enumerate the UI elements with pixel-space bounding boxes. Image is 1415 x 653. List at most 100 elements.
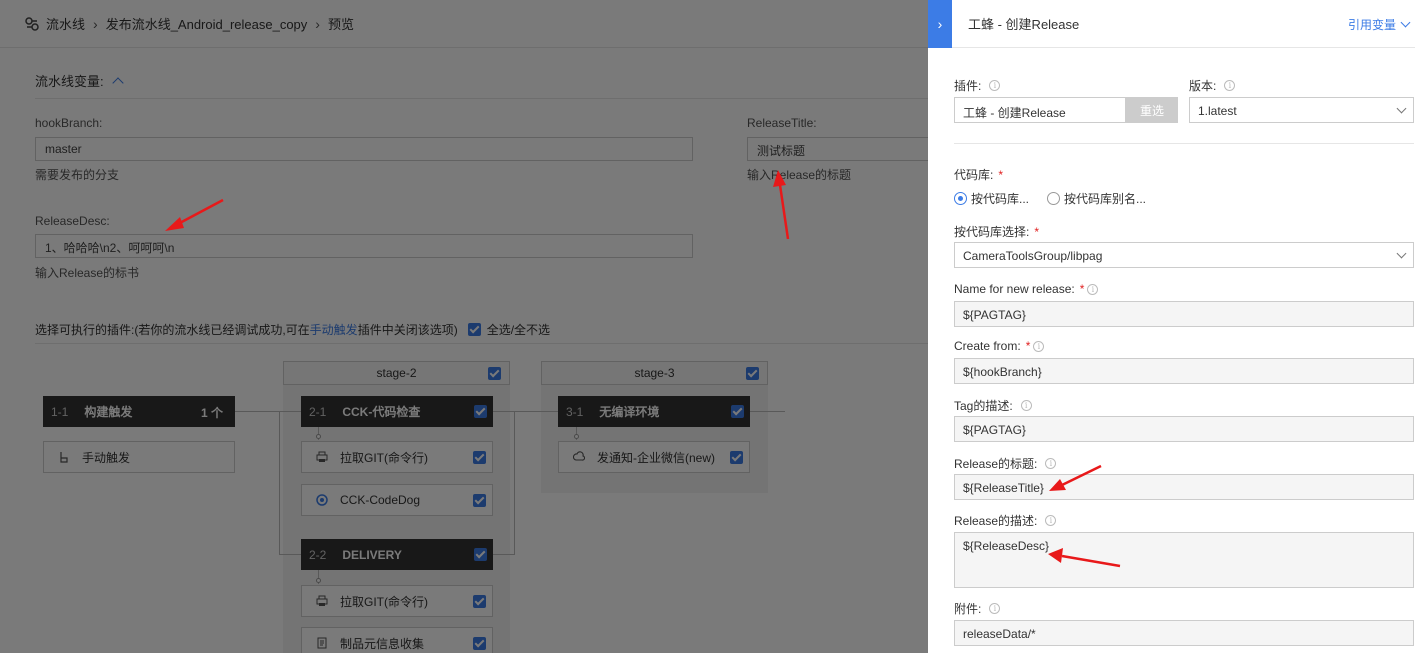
chevron-down-icon: [1396, 103, 1407, 114]
info-icon[interactable]: i: [1020, 400, 1032, 411]
divider: [954, 143, 1414, 144]
connector-line: [235, 411, 301, 412]
printer-icon: [316, 595, 328, 607]
task-label: 拉取GIT(命令行): [340, 594, 428, 609]
create-from-label: Create from: * i: [954, 339, 1045, 353]
job-number: 2-2: [309, 547, 327, 562]
radio-by-alias-label[interactable]: 按代码库别名...: [1064, 190, 1146, 207]
select-all-label[interactable]: 全选/全不选: [487, 321, 550, 338]
chevron-up-icon[interactable]: [111, 77, 124, 89]
repo-label-text: 代码库:: [954, 168, 994, 182]
job-name: 无编译环境: [599, 405, 660, 419]
breadcrumb-current: 预览: [327, 17, 354, 32]
release-title-label: Release的标题: i: [954, 455, 1057, 472]
task-codedog[interactable]: CCK-CodeDog: [301, 484, 493, 516]
stage-3-checkbox[interactable]: [746, 367, 759, 380]
tag-desc-input[interactable]: ${PAGTAG}: [954, 416, 1414, 442]
info-icon[interactable]: i: [989, 80, 1001, 91]
repo-radio-group: 按代码库... 按代码库别名...: [954, 190, 1146, 207]
job-name: DELIVERY: [342, 547, 402, 562]
task-checkbox[interactable]: [473, 451, 486, 464]
document-icon: [316, 637, 328, 649]
release-desc-textarea[interactable]: ${ReleaseDesc}: [954, 532, 1414, 588]
radio-by-alias[interactable]: [1047, 192, 1061, 205]
releasedesc-input[interactable]: 1、哈哈哈\n2、呵呵呵\n: [35, 234, 693, 258]
reference-variables-button[interactable]: 引用变量: [1348, 16, 1411, 33]
stage-3-header: stage-3: [541, 361, 768, 385]
task-git-pull[interactable]: 拉取GIT(命令行): [301, 441, 493, 473]
chevron-down-icon: [1400, 17, 1411, 28]
release-desc-label: Release的描述: i: [954, 512, 1057, 529]
manual-trigger-link[interactable]: 手动触发: [310, 321, 358, 338]
breadcrumb-pipeline[interactable]: 发布流水线_Android_release_copy: [106, 14, 308, 33]
version-value: 1.latest: [1198, 104, 1237, 118]
select-all-checkbox[interactable]: [467, 323, 481, 336]
connector-line: [514, 411, 515, 554]
panel-title: 工蜂 - 创建Release: [968, 17, 1080, 32]
printer-icon: [316, 451, 328, 463]
connector-line: [279, 554, 301, 555]
chevron-down-icon: [1396, 248, 1407, 259]
task-checkbox[interactable]: [730, 451, 743, 464]
task-label: 发通知-企业微信(new): [597, 450, 716, 465]
create-from-input[interactable]: ${hookBranch}: [954, 358, 1414, 384]
attachment-label: 附件: i: [954, 600, 1001, 617]
attachment-input[interactable]: releaseData/*: [954, 620, 1414, 646]
radio-by-repo[interactable]: [954, 192, 967, 205]
info-icon[interactable]: i: [1033, 340, 1045, 352]
plugin-label: 插件: i: [954, 77, 1001, 94]
release-name-input[interactable]: ${PAGTAG}: [954, 301, 1414, 327]
connector-line: [750, 411, 785, 412]
info-icon[interactable]: i: [989, 603, 1001, 614]
connector-dot: [316, 434, 321, 439]
job-checkbox[interactable]: [731, 405, 744, 418]
repo-select-label: 按代码库选择: *: [954, 223, 1039, 240]
plugin-name-field: 工蜂 - 创建Release: [954, 97, 1126, 123]
hookbranch-hint: 需要发布的分支: [35, 168, 120, 182]
version-select[interactable]: 1.latest: [1189, 97, 1414, 123]
releasetitle-hint: 输入Release的标题: [747, 168, 852, 182]
reselect-button[interactable]: 重选: [1126, 97, 1178, 123]
info-icon[interactable]: i: [1045, 515, 1057, 526]
version-label: 版本: i: [1189, 77, 1236, 94]
breadcrumb: 流水线 › 发布流水线_Android_release_copy › 预览: [0, 0, 928, 48]
job-2-1[interactable]: 2-1 CCK-代码检查: [301, 396, 493, 427]
connector-line: [279, 411, 280, 554]
stage-2-checkbox[interactable]: [488, 367, 501, 380]
job-1-1[interactable]: 1-1 构建触发 1 个: [43, 396, 235, 427]
task-checkbox[interactable]: [473, 494, 486, 507]
name-label: Name for new release: * i: [954, 282, 1099, 296]
radio-by-repo-label[interactable]: 按代码库...: [971, 190, 1029, 207]
breadcrumb-root[interactable]: 流水线: [46, 14, 85, 33]
hookbranch-label: hookBranch:: [35, 116, 103, 130]
hookbranch-input[interactable]: master: [35, 137, 693, 161]
task-git-pull[interactable]: 拉取GIT(命令行): [301, 585, 493, 617]
stage-2-header: stage-2: [283, 361, 510, 385]
job-3-1[interactable]: 3-1 无编译环境: [558, 396, 750, 427]
task-checkbox[interactable]: [473, 637, 486, 650]
variables-section-toggle[interactable]: 流水线变量:: [35, 71, 124, 90]
releasetitle-input[interactable]: 测试标题: [747, 137, 928, 161]
hand-icon: [58, 451, 70, 463]
task-artifact-meta[interactable]: 制品元信息收集: [301, 627, 493, 653]
annotation-arrow: [165, 198, 224, 231]
chevron-right-icon: ›: [315, 15, 320, 32]
task-manual-trigger[interactable]: 手动触发: [43, 441, 235, 473]
info-icon[interactable]: i: [1087, 283, 1099, 295]
task-checkbox[interactable]: [473, 595, 486, 608]
job-checkbox[interactable]: [474, 548, 487, 561]
release-title-label-text: Release的标题:: [954, 457, 1038, 471]
info-icon[interactable]: i: [1045, 458, 1057, 469]
releasedesc-label: ReleaseDesc:: [35, 214, 110, 228]
job-number: 3-1: [566, 404, 584, 419]
collapse-panel-button[interactable]: ›: [928, 0, 952, 48]
repo-select[interactable]: CameraToolsGroup/libpag: [954, 242, 1414, 268]
plugins-select-suffix: 插件中关闭该选项): [357, 323, 458, 337]
job-name: CCK-代码检查: [342, 405, 421, 419]
info-icon[interactable]: i: [1224, 80, 1236, 91]
release-title-input[interactable]: ${ReleaseTitle}: [954, 474, 1414, 500]
task-notify-wecom[interactable]: 发通知-企业微信(new): [558, 441, 750, 473]
task-label: 制品元信息收集: [340, 636, 425, 651]
job-checkbox[interactable]: [474, 405, 487, 418]
job-2-2[interactable]: 2-2 DELIVERY: [301, 539, 493, 570]
